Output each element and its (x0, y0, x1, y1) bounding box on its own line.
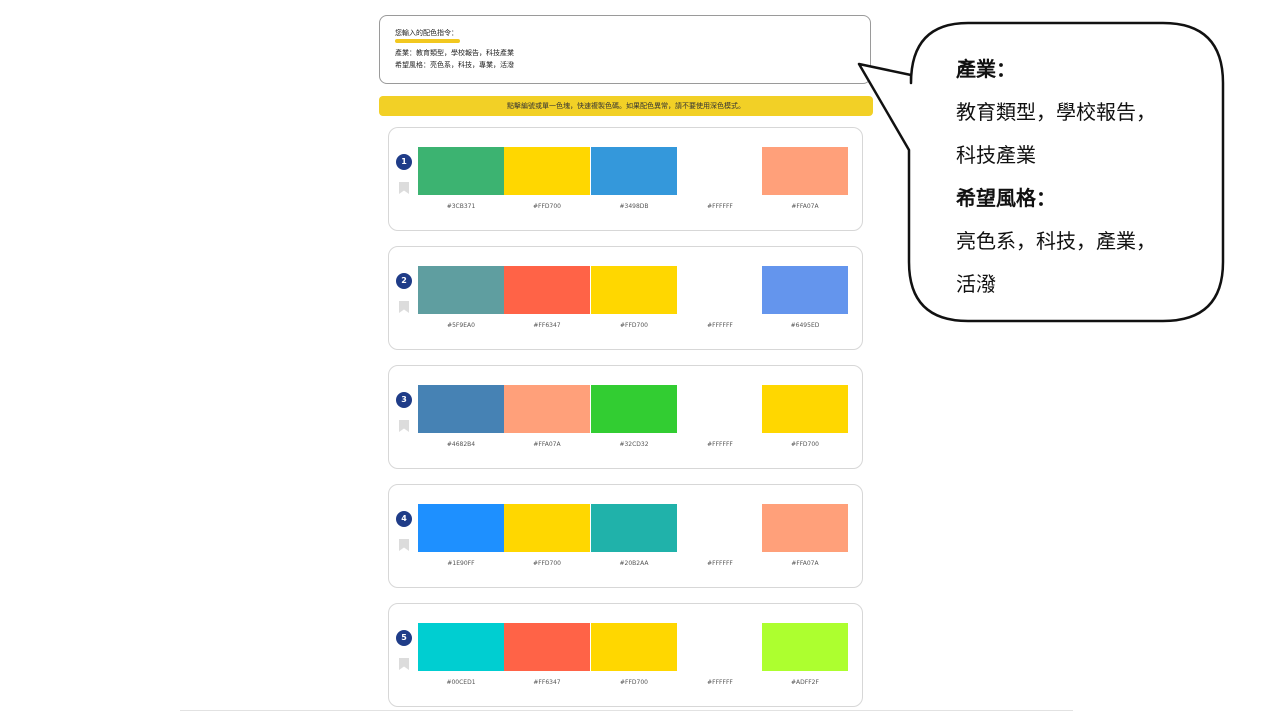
hex-code-label[interactable]: #00CED1 (418, 679, 504, 686)
hex-code-label[interactable]: #4682B4 (418, 441, 504, 448)
palette-card: 2 #5F9EA0 #FF6347 #FFD700 #FFFFFF #6495E… (388, 246, 863, 350)
callout-industry-line: 教育類型，學校報告， (956, 100, 1156, 124)
color-swatch[interactable] (504, 147, 590, 195)
hex-code-label[interactable]: #FFA07A (762, 203, 848, 210)
hex-code-label[interactable]: #32CD32 (591, 441, 677, 448)
color-swatch[interactable] (591, 385, 677, 433)
color-command-card: 您輸入的配色指令： 產業：教育類型，學校報告，科技產業 希望風格：亮色系，科技，… (379, 15, 871, 84)
hex-code-label[interactable]: #FFD700 (762, 441, 848, 448)
hex-code-label[interactable]: #FFD700 (591, 322, 677, 329)
hex-code-label[interactable]: #FFA07A (504, 441, 590, 448)
hex-code-label[interactable]: #FFD700 (504, 203, 590, 210)
color-swatch[interactable] (504, 266, 590, 314)
color-swatch[interactable] (591, 623, 677, 671)
hex-code-label[interactable]: #ADFF2F (762, 679, 848, 686)
palette-card: 1 #3CB371 #FFD700 #3498DB #FFFFFF #FFA07… (388, 127, 863, 231)
command-industry-line: 產業：教育類型，學校報告，科技產業 (395, 49, 514, 57)
hex-code-label[interactable]: #6495ED (762, 322, 848, 329)
bookmark-icon[interactable] (399, 539, 409, 551)
callout-style-line: 活潑 (956, 272, 996, 296)
page-divider (180, 710, 1073, 711)
callout-style-heading: 希望風格： (956, 186, 1056, 210)
color-swatch[interactable] (762, 504, 848, 552)
color-swatch[interactable] (418, 147, 504, 195)
color-swatch[interactable] (504, 504, 590, 552)
color-swatch[interactable] (677, 147, 763, 195)
palette-number-badge[interactable]: 5 (396, 630, 412, 646)
palette-number-badge[interactable]: 3 (396, 392, 412, 408)
callout-industry-line: 科技產業 (956, 143, 1036, 167)
palette-number-badge[interactable]: 4 (396, 511, 412, 527)
hex-code-label[interactable]: #3498DB (591, 203, 677, 210)
hex-code-label[interactable]: #FFFFFF (677, 560, 763, 567)
palette-card: 3 #4682B4 #FFA07A #32CD32 #FFFFFF #FFD70… (388, 365, 863, 469)
hex-code-label[interactable]: #FF6347 (504, 679, 590, 686)
callout-industry-heading: 產業： (956, 57, 1016, 81)
palette-card: 5 #00CED1 #FF6347 #FFD700 #FFFFFF #ADFF2… (388, 603, 863, 707)
hex-code-label[interactable]: #FFD700 (591, 679, 677, 686)
hex-code-label[interactable]: #FF6347 (504, 322, 590, 329)
hex-code-label[interactable]: #FFA07A (762, 560, 848, 567)
color-swatch[interactable] (762, 623, 848, 671)
bookmark-icon[interactable] (399, 301, 409, 313)
bookmark-icon[interactable] (399, 420, 409, 432)
palette-number-badge[interactable]: 1 (396, 154, 412, 170)
color-swatch[interactable] (677, 504, 763, 552)
color-swatch[interactable] (762, 266, 848, 314)
color-swatch[interactable] (418, 623, 504, 671)
palette-number-badge[interactable]: 2 (396, 273, 412, 289)
hex-code-label[interactable]: #1E90FF (418, 560, 504, 567)
callout-style-line: 亮色系，科技，產業， (956, 229, 1156, 253)
hex-code-label[interactable]: #3CB371 (418, 203, 504, 210)
color-swatch[interactable] (504, 623, 590, 671)
color-swatch[interactable] (762, 147, 848, 195)
title-underline (395, 39, 460, 43)
hex-code-label[interactable]: #5F9EA0 (418, 322, 504, 329)
callout-text: 產業： 教育類型，學校報告， 科技產業 希望風格： 亮色系，科技，產業， 活潑 (956, 48, 1206, 306)
hex-code-label[interactable]: #FFFFFF (677, 441, 763, 448)
hex-code-label[interactable]: #20B2AA (591, 560, 677, 567)
color-swatch[interactable] (418, 266, 504, 314)
bookmark-icon[interactable] (399, 182, 409, 194)
color-swatch[interactable] (591, 504, 677, 552)
hex-code-label[interactable]: #FFFFFF (677, 679, 763, 686)
color-swatch[interactable] (591, 147, 677, 195)
color-swatch[interactable] (418, 385, 504, 433)
copy-notice-banner: 點擊編號或單一色塊，快速複製色碼。如果配色異常，請不要使用深色模式。 (379, 96, 873, 116)
hex-code-label[interactable]: #FFFFFF (677, 322, 763, 329)
bookmark-icon[interactable] (399, 658, 409, 670)
color-swatch[interactable] (762, 385, 848, 433)
color-swatch[interactable] (677, 385, 763, 433)
palette-card: 4 #1E90FF #FFD700 #20B2AA #FFFFFF #FFA07… (388, 484, 863, 588)
color-swatch[interactable] (418, 504, 504, 552)
hex-code-label[interactable]: #FFD700 (504, 560, 590, 567)
color-swatch[interactable] (504, 385, 590, 433)
command-title: 您輸入的配色指令： (395, 29, 458, 37)
command-style-line: 希望風格：亮色系，科技，專業，活潑 (395, 61, 514, 69)
color-swatch[interactable] (677, 266, 763, 314)
hex-code-label[interactable]: #FFFFFF (677, 203, 763, 210)
color-swatch[interactable] (591, 266, 677, 314)
color-swatch[interactable] (677, 623, 763, 671)
